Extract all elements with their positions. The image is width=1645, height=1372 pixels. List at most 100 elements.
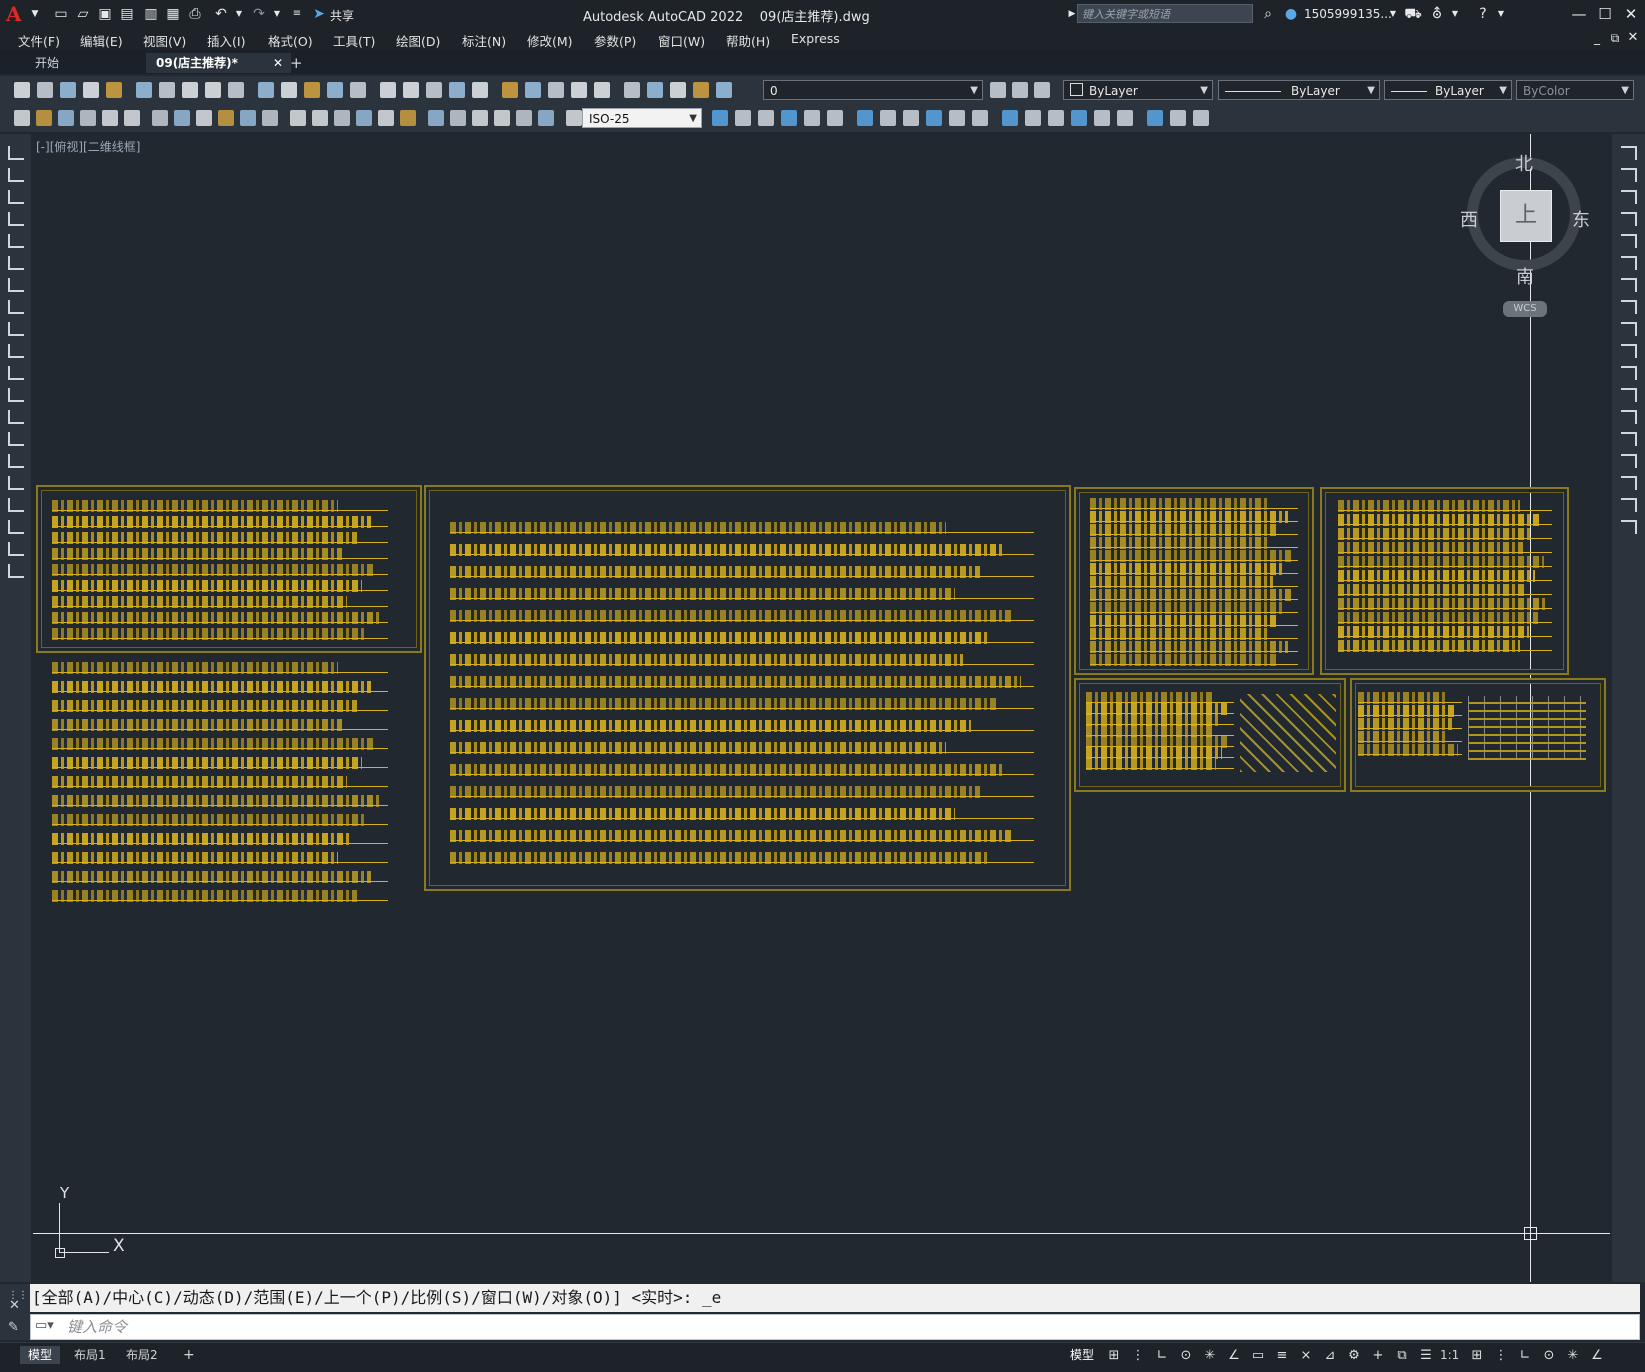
- help-dropdown-icon[interactable]: ▼: [1492, 6, 1510, 22]
- modify-tool-icon[interactable]: [827, 110, 843, 126]
- menu-draw[interactable]: 绘图(D): [396, 31, 440, 50]
- redo-dropdown-icon[interactable]: ▼: [268, 6, 286, 22]
- dimension-tool-icon[interactable]: [262, 110, 278, 126]
- undo-dropdown-icon[interactable]: ▼: [230, 6, 248, 22]
- web-mobile-open-icon[interactable]: ▥: [142, 6, 160, 22]
- menu-view[interactable]: 视图(V): [143, 31, 186, 50]
- draw-tool-icon[interactable]: [8, 344, 24, 358]
- modify-tool-icon[interactable]: [1621, 476, 1637, 490]
- viewport-controls-label[interactable]: [-][俯视][二维线框]: [36, 138, 140, 155]
- dimension-tool-icon[interactable]: [538, 110, 554, 126]
- toolbar-tool-icon[interactable]: [60, 82, 76, 98]
- draw-tool-icon[interactable]: [8, 454, 24, 468]
- draw-tool-icon[interactable]: [8, 190, 24, 204]
- modify-tool-icon[interactable]: [758, 110, 774, 126]
- model-space-button[interactable]: 模型: [1062, 1346, 1102, 1364]
- share-icon[interactable]: ➤: [310, 6, 328, 22]
- modify-tool-icon[interactable]: [1193, 110, 1209, 126]
- dimension-tool-icon[interactable]: [400, 110, 416, 126]
- status-toggle-icon[interactable]: ✳: [1564, 1348, 1582, 1364]
- toolbar-tool-icon[interactable]: [624, 82, 640, 98]
- dimension-tool-icon[interactable]: [428, 110, 444, 126]
- search-icon[interactable]: ⌕: [1259, 6, 1277, 22]
- toolbar-tool-icon[interactable]: [670, 82, 686, 98]
- app-logo-icon[interactable]: A: [6, 2, 22, 26]
- open-file-icon[interactable]: ▱: [74, 6, 92, 22]
- status-toggle-icon[interactable]: ∠: [1225, 1348, 1243, 1364]
- dimension-tool-icon[interactable]: [174, 110, 190, 126]
- toolbar-tool-icon[interactable]: [403, 82, 419, 98]
- toolbar-tool-icon[interactable]: [304, 82, 320, 98]
- toolbar-tool-icon[interactable]: [205, 82, 221, 98]
- share-button[interactable]: 共享: [330, 7, 354, 24]
- status-toggle-icon[interactable]: ⊞: [1468, 1348, 1486, 1364]
- menu-parametric[interactable]: 参数(P): [594, 31, 636, 50]
- draw-tool-icon[interactable]: [8, 212, 24, 226]
- draw-tool-icon[interactable]: [8, 432, 24, 446]
- user-name[interactable]: 1505999135...: [1304, 7, 1392, 21]
- cart-icon[interactable]: ⛟: [1404, 6, 1422, 22]
- draw-tool-icon[interactable]: [8, 410, 24, 424]
- save-icon[interactable]: ▣: [96, 6, 114, 22]
- menu-format[interactable]: 格式(O): [268, 31, 313, 50]
- dimension-tool-icon[interactable]: [378, 110, 394, 126]
- draw-tool-icon[interactable]: [8, 388, 24, 402]
- plot-icon[interactable]: ⎙: [186, 6, 204, 22]
- toolbar-tool-icon[interactable]: [380, 82, 396, 98]
- modify-tool-icon[interactable]: [1621, 212, 1637, 226]
- status-toggle-icon[interactable]: ⊞: [1105, 1348, 1123, 1364]
- search-input[interactable]: 键入关键字或短语: [1077, 4, 1253, 23]
- status-toggle-icon[interactable]: ⊿: [1321, 1348, 1339, 1364]
- toolbar-tool-icon[interactable]: [525, 82, 541, 98]
- minimize-icon[interactable]: —: [1566, 4, 1592, 24]
- status-toggle-icon[interactable]: ⋮: [1492, 1348, 1510, 1364]
- modify-tool-icon[interactable]: [1621, 190, 1637, 204]
- menu-file[interactable]: 文件(F): [18, 31, 60, 50]
- modify-tool-icon[interactable]: [1025, 110, 1041, 126]
- toolbar-tool-icon[interactable]: [548, 82, 564, 98]
- toolbar-tool-icon[interactable]: [647, 82, 663, 98]
- toolbar-tool-icon[interactable]: [571, 82, 587, 98]
- modify-tool-icon[interactable]: [972, 110, 988, 126]
- status-toggle-icon[interactable]: ▭: [1249, 1348, 1267, 1364]
- undo-icon[interactable]: ↶: [212, 6, 230, 22]
- dimension-tool-icon[interactable]: [36, 110, 52, 126]
- redo-icon[interactable]: ↷: [250, 6, 268, 22]
- modify-tool-icon[interactable]: [1117, 110, 1133, 126]
- toolbar-tool-icon[interactable]: [693, 82, 709, 98]
- modify-tool-icon[interactable]: [926, 110, 942, 126]
- draw-tool-icon[interactable]: [8, 366, 24, 380]
- toolbar-tool-icon[interactable]: [37, 82, 53, 98]
- modify-tool-icon[interactable]: [1621, 520, 1637, 534]
- status-toggle-icon[interactable]: ⨯: [1297, 1348, 1315, 1364]
- modify-tool-icon[interactable]: [1170, 110, 1186, 126]
- web-mobile-save-icon[interactable]: ▦: [164, 6, 182, 22]
- toolbar-tool-icon[interactable]: [228, 82, 244, 98]
- modify-tool-icon[interactable]: [949, 110, 965, 126]
- dimension-tool-icon[interactable]: [218, 110, 234, 126]
- dimension-tool-icon[interactable]: [14, 110, 30, 126]
- dimension-tool-icon[interactable]: [356, 110, 372, 126]
- draw-tool-icon[interactable]: [8, 542, 24, 556]
- dimension-tool-icon[interactable]: [124, 110, 140, 126]
- dimension-tool-icon[interactable]: [196, 110, 212, 126]
- status-toggle-icon[interactable]: ✳: [1201, 1348, 1219, 1364]
- doc-close-icon[interactable]: ✕: [1620, 28, 1645, 48]
- layer-tool-icon[interactable]: [1034, 82, 1050, 98]
- dimension-tool-icon[interactable]: [152, 110, 168, 126]
- customize-qat-icon[interactable]: ≡: [288, 6, 306, 22]
- modify-tool-icon[interactable]: [1621, 322, 1637, 336]
- status-toggle-icon[interactable]: ⋮: [1129, 1348, 1147, 1364]
- draw-tool-icon[interactable]: [8, 564, 24, 578]
- modify-tool-icon[interactable]: [1071, 110, 1087, 126]
- status-toggle-icon[interactable]: ∠: [1588, 1348, 1606, 1364]
- linetype-combo[interactable]: ByLayer ▼: [1218, 80, 1380, 100]
- viewcube-top-face[interactable]: 上: [1500, 190, 1552, 242]
- modify-tool-icon[interactable]: [1621, 344, 1637, 358]
- wcs-menu[interactable]: WCS: [1503, 301, 1547, 317]
- toolbar-tool-icon[interactable]: [350, 82, 366, 98]
- draw-tool-icon[interactable]: [8, 234, 24, 248]
- modify-tool-icon[interactable]: [804, 110, 820, 126]
- layout-tab-2[interactable]: 布局2: [118, 1346, 166, 1364]
- modify-tool-icon[interactable]: [857, 110, 873, 126]
